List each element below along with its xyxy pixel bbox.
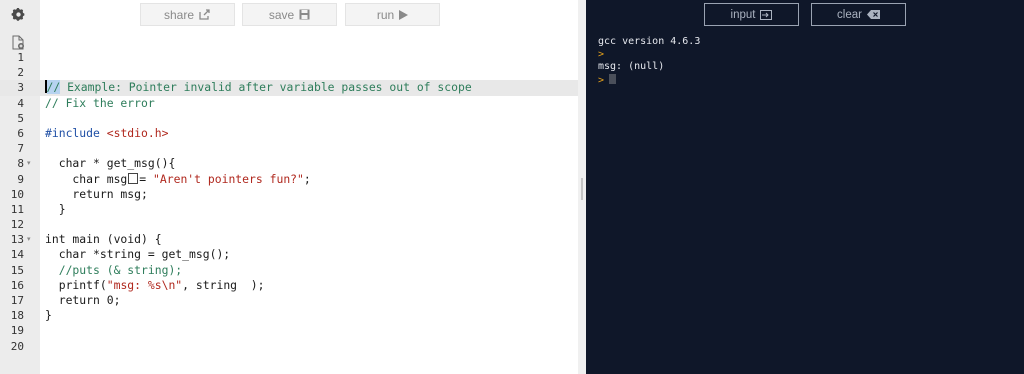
code-line[interactable]: 19	[0, 323, 578, 338]
run-label: run	[376, 7, 395, 22]
new-file-icon[interactable]	[10, 34, 26, 50]
line-number: 20	[10, 339, 24, 353]
line-number: 17	[10, 294, 24, 307]
line-number: 10	[10, 187, 24, 201]
line-number: 1	[17, 51, 24, 64]
code-text: return msg;	[45, 186, 148, 201]
share-out-icon	[199, 9, 210, 20]
code-line[interactable]: 11 }	[0, 202, 578, 217]
code-text: #include <stdio.h>	[45, 125, 169, 140]
gear-icon[interactable]	[10, 6, 26, 22]
input-arrow-icon	[760, 9, 773, 20]
code-line[interactable]: 5	[0, 111, 578, 126]
run-button[interactable]: run	[345, 3, 440, 26]
line-number: 2	[17, 66, 24, 80]
code-text: int main (void) {	[45, 232, 162, 247]
console-line: msg: (null)	[598, 61, 665, 72]
line-number: 13	[10, 233, 24, 247]
code-line[interactable]: 17 return 0;	[0, 293, 578, 308]
line-number: 8	[17, 157, 24, 171]
code-line[interactable]: 6 #include <stdio.h>	[0, 126, 578, 141]
code-line[interactable]: 9 char msg = "Aren't pointers fun?";	[0, 172, 578, 187]
code-line[interactable]: 15 //puts (& string);	[0, 263, 578, 278]
line-number: 9	[17, 172, 24, 186]
code-line[interactable]: 1	[0, 50, 578, 65]
line-number: 19	[10, 324, 24, 338]
code-line[interactable]: 20	[0, 339, 578, 354]
code-line[interactable]: 8 ▾ char * get_msg(){	[0, 156, 578, 171]
line-number: 11	[10, 202, 24, 216]
input-label: input	[730, 8, 756, 21]
code-text: }	[45, 308, 52, 323]
code-line[interactable]: 10 return msg;	[0, 187, 578, 202]
code-text: char *string = get_msg();	[45, 247, 231, 262]
console-output[interactable]: gcc version 4.6.3 > msg: (null) >	[598, 36, 700, 86]
line-number: 15	[10, 263, 24, 277]
code-line[interactable]: 2	[0, 65, 578, 80]
floppy-disk-icon	[299, 9, 310, 20]
code-line[interactable]: 14 char *string = get_msg();	[0, 247, 578, 262]
backspace-icon	[866, 10, 880, 19]
code-text: // Example: Pointer invalid after variab…	[45, 80, 472, 95]
line-number: 4	[17, 96, 24, 110]
line-number: 16	[10, 278, 24, 292]
share-button[interactable]: share	[140, 3, 235, 26]
bracket-glyph	[128, 172, 139, 184]
code-text: printf("msg: %s\n", string );	[45, 277, 265, 292]
fold-toggle-icon[interactable]: ▾	[27, 156, 31, 171]
code-text: char * get_msg(){	[45, 156, 176, 171]
fold-toggle-icon[interactable]: ▾	[27, 232, 31, 247]
code-line[interactable]: 4 // Fix the error	[0, 96, 578, 111]
save-button[interactable]: save	[242, 3, 337, 26]
pane-splitter[interactable]	[578, 0, 586, 374]
line-number: 7	[17, 142, 24, 156]
clear-button[interactable]: clear	[811, 3, 906, 26]
code-text: char msg = "Aren't pointers fun?";	[45, 171, 311, 186]
console-prompt: >	[598, 48, 605, 60]
line-number: 14	[10, 248, 24, 262]
line-number: 12	[10, 218, 24, 232]
code-line[interactable]: 3 // Example: Pointer invalid after varia…	[0, 80, 578, 96]
play-triangle-icon	[399, 9, 409, 20]
share-label: share	[163, 7, 195, 22]
code-line[interactable]: 16 printf("msg: %s\n", string );	[0, 278, 578, 293]
code-text: // Fix the error	[45, 95, 155, 110]
line-number: 18	[10, 309, 24, 323]
code-text: return 0;	[45, 293, 121, 307]
line-number: 6	[17, 126, 24, 140]
line-number: 5	[17, 111, 24, 125]
editor-pane: share save run 1 2 3// Example: Pointer in…	[0, 0, 578, 374]
selected-text: //	[46, 80, 61, 95]
splitter-grip[interactable]	[581, 178, 583, 200]
code-line[interactable]: 12	[0, 217, 578, 232]
console-input-line[interactable]: >	[598, 73, 700, 87]
code-line[interactable]: 13 ▾ int main (void) {	[0, 232, 578, 247]
clear-label: clear	[837, 8, 862, 21]
input-button[interactable]: input	[704, 3, 799, 26]
console-prompt: >	[598, 74, 605, 86]
code-text: //puts (& string);	[45, 262, 183, 277]
terminal-cursor	[609, 73, 617, 84]
console-line: gcc version 4.6.3	[598, 36, 701, 47]
line-number: 3	[17, 81, 24, 95]
code-line[interactable]: 18}	[0, 308, 578, 323]
code-text: }	[45, 201, 66, 216]
code-line[interactable]: 7	[0, 141, 578, 156]
code-editor[interactable]: 1 2 3// Example: Pointer invalid after var…	[0, 50, 578, 354]
save-label: save	[268, 7, 295, 22]
console-pane: input clear gcc version 4.6.3 > msg: (nu…	[586, 0, 1024, 374]
